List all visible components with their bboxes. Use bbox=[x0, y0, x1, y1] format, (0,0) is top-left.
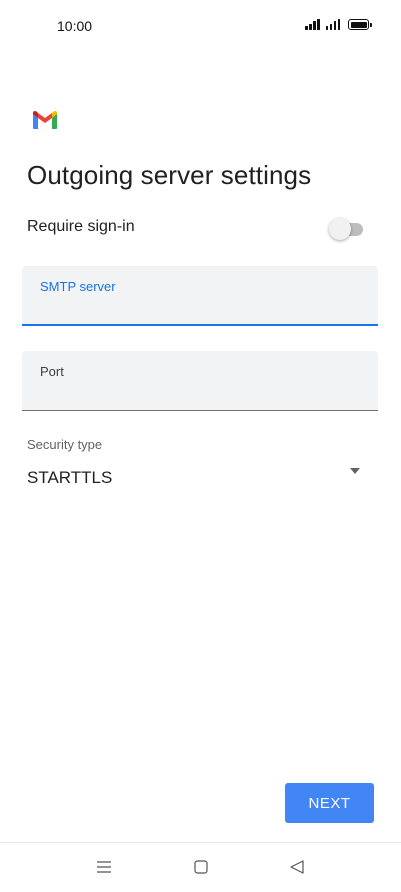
port-field[interactable]: Port bbox=[22, 351, 378, 411]
smtp-server-field[interactable]: SMTP server bbox=[22, 266, 378, 326]
status-icons bbox=[305, 19, 372, 30]
toggle-thumb bbox=[329, 218, 351, 240]
back-icon[interactable] bbox=[285, 855, 309, 879]
navigation-bar bbox=[0, 842, 401, 892]
menu-icon[interactable] bbox=[92, 855, 116, 879]
security-type-value: STARTTLS bbox=[27, 468, 113, 487]
require-signin-toggle[interactable] bbox=[329, 218, 363, 240]
port-input[interactable] bbox=[38, 381, 358, 405]
next-button[interactable]: NEXT bbox=[285, 783, 374, 823]
gmail-logo-icon bbox=[33, 111, 57, 129]
status-time: 10:00 bbox=[57, 18, 93, 34]
status-bar: 10:00 bbox=[0, 0, 401, 56]
smtp-server-input[interactable] bbox=[38, 296, 358, 320]
smtp-server-label: SMTP server bbox=[40, 279, 116, 294]
page-title: Outgoing server settings bbox=[27, 160, 312, 190]
port-label: Port bbox=[40, 364, 64, 379]
security-type-select[interactable]: STARTTLS bbox=[22, 460, 374, 494]
signal-icon bbox=[325, 19, 340, 30]
screen: 10:00 Outgoing server settings Require s… bbox=[0, 0, 401, 892]
require-signin-row[interactable]: Require sign-in bbox=[27, 214, 367, 242]
dropdown-arrow-icon bbox=[350, 468, 360, 474]
signal-icon bbox=[305, 19, 320, 30]
home-icon[interactable] bbox=[189, 855, 213, 879]
require-signin-label: Require sign-in bbox=[27, 218, 135, 235]
security-type-label: Security type bbox=[27, 437, 103, 452]
battery-icon bbox=[348, 19, 372, 30]
